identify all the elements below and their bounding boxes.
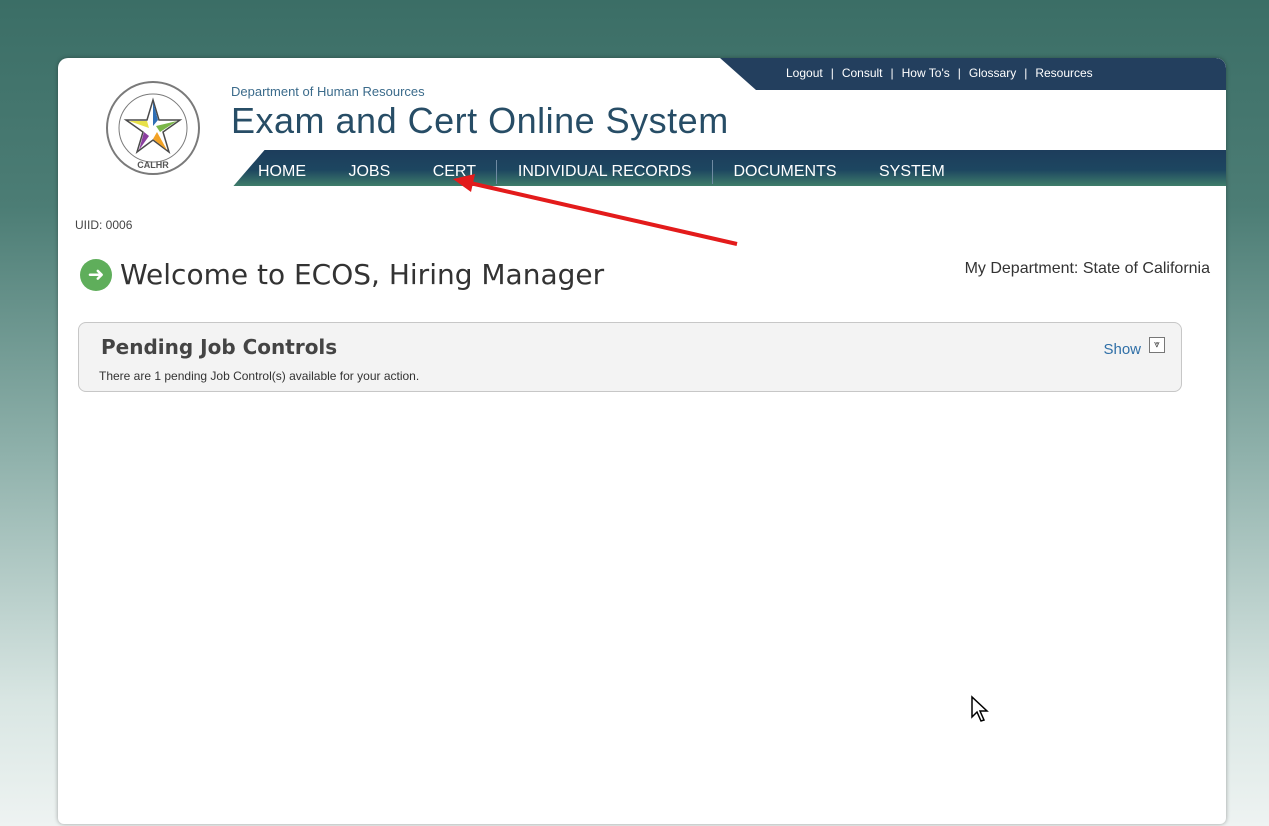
top-links: Logout | Consult | How To's | Glossary | Resourc… xyxy=(786,66,1093,80)
show-link[interactable]: Show xyxy=(1103,341,1141,358)
department-name: Department of Human Resources xyxy=(231,84,425,99)
panel-title: Pending Job Controls xyxy=(101,335,338,359)
how-tos-link[interactable]: How To's xyxy=(902,66,950,80)
chevron-double-down-icon[interactable]: ⩔ xyxy=(1149,337,1165,353)
header: Logout | Consult | How To's | Glossary | Resourc… xyxy=(58,58,1226,190)
main-nav: HOME JOBS CERT INDIVIDUAL RECORDS DOCUME… xyxy=(258,160,945,184)
uiid-label: UIID: 0006 xyxy=(75,218,133,232)
my-department: My Department: State of California xyxy=(964,260,1210,277)
panel-message: There are 1 pending Job Control(s) avail… xyxy=(99,369,420,383)
resources-link[interactable]: Resources xyxy=(1035,66,1092,80)
welcome-text: Welcome to ECOS, Hiring Manager xyxy=(120,258,605,291)
seal-text: CALHR xyxy=(137,160,169,170)
welcome-heading: ➜ Welcome to ECOS, Hiring Manager xyxy=(80,258,604,291)
nav-documents[interactable]: DOCUMENTS xyxy=(733,163,836,181)
app-window: Logout | Consult | How To's | Glossary | Resourc… xyxy=(58,58,1226,824)
nav-divider xyxy=(496,160,498,184)
logout-link[interactable]: Logout xyxy=(786,66,823,80)
consult-link[interactable]: Consult xyxy=(842,66,883,80)
mouse-pointer-icon xyxy=(971,695,989,722)
arrow-circle-right-icon: ➜ xyxy=(80,258,112,291)
nav-system[interactable]: SYSTEM xyxy=(879,163,945,181)
pending-job-controls-panel: Pending Job Controls There are 1 pending… xyxy=(78,322,1182,392)
nav-individual-records[interactable]: INDIVIDUAL RECORDS xyxy=(518,163,692,181)
nav-cert[interactable]: CERT xyxy=(433,163,476,181)
calhr-seal-logo: CALHR xyxy=(106,81,200,175)
nav-jobs[interactable]: JOBS xyxy=(348,163,390,181)
glossary-link[interactable]: Glossary xyxy=(969,66,1016,80)
nav-divider xyxy=(711,160,713,184)
nav-home[interactable]: HOME xyxy=(258,163,306,181)
system-title: Exam and Cert Online System xyxy=(231,100,729,141)
top-links-bar: Logout | Consult | How To's | Glossary | Resourc… xyxy=(720,58,1226,90)
